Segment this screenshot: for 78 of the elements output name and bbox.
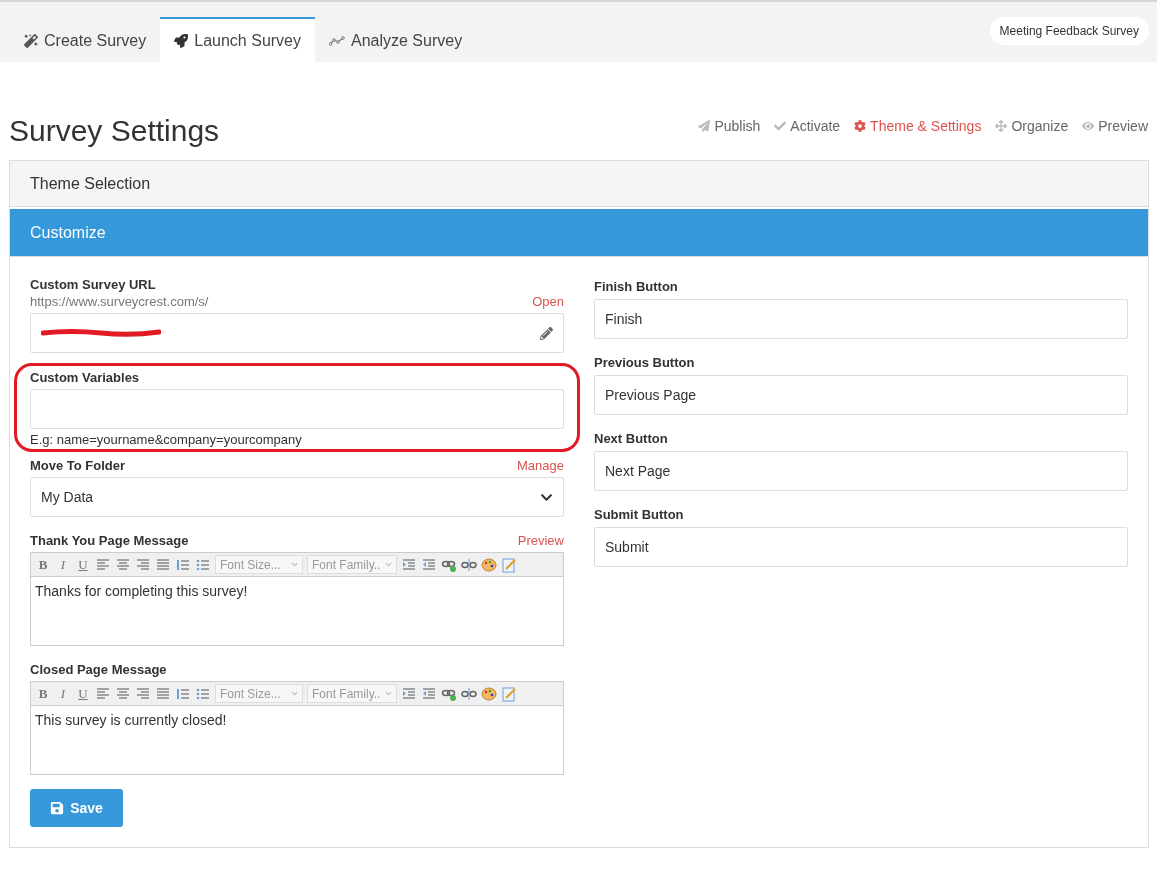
field-label: Thank You Page Message (30, 533, 189, 548)
hint-text: E.g: name=yourname&company=yourcompany (30, 432, 303, 447)
align-right-icon[interactable] (135, 685, 151, 702)
palette-icon[interactable] (481, 556, 497, 573)
nav-tab[interactable]: Launch Survey (160, 17, 315, 62)
edit-source-icon[interactable] (501, 556, 517, 573)
input-field[interactable] (30, 389, 564, 429)
format-button[interactable]: I (55, 556, 71, 573)
outdent-icon[interactable] (421, 556, 437, 573)
move-arrows-icon (995, 120, 1008, 132)
outdent-icon[interactable] (421, 685, 437, 702)
justify-icon[interactable] (155, 685, 171, 702)
caret-icon (385, 690, 392, 697)
field-label: Custom Survey URL (30, 277, 156, 292)
manage-link[interactable]: Manage (517, 458, 564, 473)
input-field[interactable]: Submit (594, 527, 1128, 567)
unlink-icon[interactable] (461, 685, 477, 702)
input-field[interactable]: Previous Page (594, 375, 1128, 415)
align-left-icon[interactable] (95, 685, 111, 702)
action-link[interactable]: Publish (698, 118, 761, 134)
format-button[interactable]: U (75, 685, 91, 702)
action-label: Preview (1098, 118, 1148, 134)
edit-source-icon[interactable] (501, 685, 517, 702)
format-button[interactable]: U (75, 556, 91, 573)
caret-icon (291, 690, 298, 697)
indent-icon[interactable] (401, 556, 417, 573)
action-label: Activate (790, 118, 841, 134)
nav-tab[interactable]: Create Survey (10, 17, 161, 62)
save-icon (50, 801, 65, 815)
check-icon (774, 120, 787, 132)
action-label: Organize (1011, 118, 1069, 134)
field-label: Closed Page Message (30, 662, 167, 677)
survey-name-badge[interactable]: Meeting Feedback Survey (989, 17, 1149, 45)
align-center-icon[interactable] (115, 556, 131, 573)
unlink-icon[interactable] (461, 556, 477, 573)
field-label: Move To Folder (30, 458, 126, 473)
caret-icon (385, 561, 392, 568)
action-label: Publish (714, 118, 761, 134)
field-label: Submit Button (594, 507, 685, 522)
field-label: Next Button (594, 431, 669, 446)
paper-plane-icon (698, 120, 711, 132)
format-button[interactable]: B (35, 685, 51, 702)
tab-label: Analyze Survey (351, 31, 463, 50)
palette-icon[interactable] (481, 685, 497, 702)
url-field[interactable] (30, 313, 564, 353)
folder-select[interactable]: My Data (30, 477, 564, 517)
save-button[interactable]: Save (30, 789, 123, 827)
url-prefix: https://www.surveycrest.com/s/ (30, 294, 209, 309)
rocket-icon (174, 33, 189, 48)
action-link[interactable]: Activate (774, 118, 841, 134)
magic-wand-icon (24, 33, 38, 48)
align-right-icon[interactable] (135, 556, 151, 573)
format-button[interactable]: B (35, 556, 51, 573)
nav-tab[interactable]: Analyze Survey (315, 17, 477, 62)
input-field[interactable]: Finish (594, 299, 1128, 339)
justify-icon[interactable] (155, 556, 171, 573)
action-link[interactable]: Organize (995, 118, 1069, 134)
format-button[interactable]: I (55, 685, 71, 702)
action-link[interactable]: Preview (1082, 118, 1148, 134)
field-label: Finish Button (594, 279, 679, 294)
settings-icon (854, 120, 867, 132)
align-left-icon[interactable] (95, 556, 111, 573)
tab-label: Launch Survey (194, 31, 301, 50)
preview-link[interactable]: Preview (517, 533, 564, 548)
align-center-icon[interactable] (115, 685, 131, 702)
line-graph-icon (329, 35, 345, 46)
open-link[interactable]: Open (532, 294, 564, 309)
caret-icon (291, 561, 298, 568)
page-title: Survey Settings (9, 114, 220, 148)
tab-label: Create Survey (44, 31, 147, 50)
section-header[interactable]: Theme Selection (10, 161, 1148, 207)
indent-icon[interactable] (401, 685, 417, 702)
field-label: Custom Variables (30, 370, 140, 385)
edit-icon[interactable] (540, 326, 553, 340)
input-field[interactable]: Next Page (594, 451, 1128, 491)
eye-icon (1082, 120, 1095, 132)
section-header[interactable]: Customize (10, 209, 1148, 257)
field-label: Previous Button (594, 355, 696, 370)
